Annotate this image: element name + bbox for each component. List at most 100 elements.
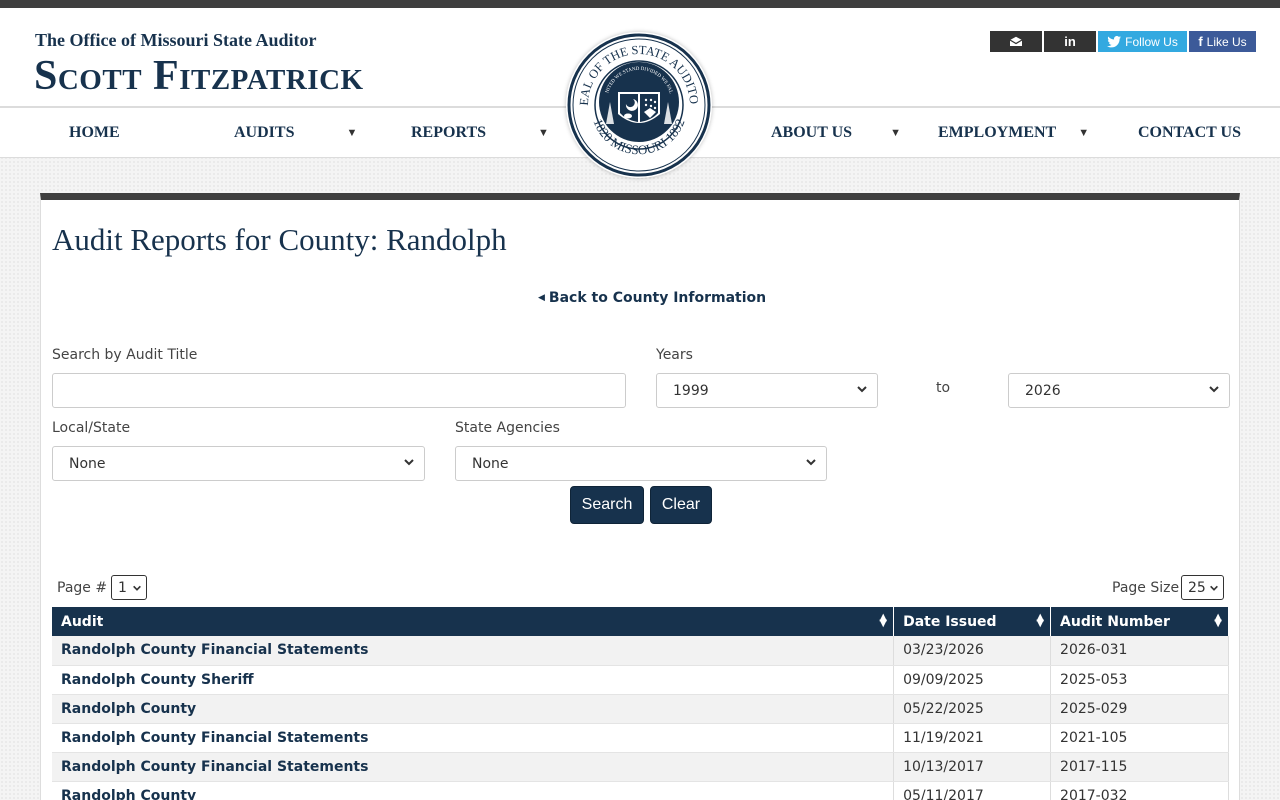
back-link-label: Back to County Information (548, 290, 767, 306)
nav-contact[interactable]: CONTACT US (1138, 108, 1241, 158)
page-title: Audit Reports for County: Randolph (52, 222, 507, 257)
chevron-down-icon (133, 585, 141, 591)
facebook-icon: f (1198, 34, 1203, 49)
table-row[interactable]: Randolph County 05/22/2025 2025-029 (52, 694, 1229, 724)
nav-about[interactable]: ABOUT US ▼ (771, 108, 901, 158)
nav-home[interactable]: HOME (69, 108, 120, 158)
year-to-select[interactable]: 2026 (1008, 373, 1230, 408)
page-number-label: Page # (57, 580, 108, 596)
table-row[interactable]: Randolph County Sheriff 09/09/2025 2025-… (52, 665, 1229, 695)
sort-icon: ▲ ▼ (879, 612, 888, 629)
nav-employment[interactable]: EMPLOYMENT ▼ (938, 108, 1089, 158)
nav-audits-label: AUDITS (234, 124, 295, 141)
nav-contact-label: CONTACT US (1138, 124, 1241, 141)
page-size-value: 25 (1188, 579, 1206, 596)
nav-employment-label: EMPLOYMENT (938, 124, 1057, 141)
chevron-down-icon (1210, 585, 1218, 591)
nav-home-label: HOME (69, 124, 120, 141)
table-row[interactable]: Randolph County Financial Statements 03/… (52, 636, 1229, 666)
sort-icon: ▲ ▼ (1036, 612, 1045, 629)
clear-button[interactable]: Clear (650, 486, 712, 524)
audit-reports-table: Audit ▲ ▼ Date Issued ▲ ▼ Audit Number ▲ ▼ Ran… (52, 607, 1229, 800)
audit-title-link[interactable]: Randolph County (52, 694, 895, 724)
local-state-label: Local/State (52, 420, 131, 436)
audit-number-cell: 2025-029 (1050, 694, 1229, 724)
nav-about-label: ABOUT US (771, 124, 853, 141)
envelope-icon (1009, 36, 1023, 46)
chevron-down-icon (857, 386, 867, 393)
column-header-label: Audit (61, 613, 104, 630)
search-title-label: Search by Audit Title (52, 347, 198, 363)
date-issued-cell: 11/19/2021 (893, 723, 1052, 753)
chevron-down-icon (806, 459, 816, 466)
audit-number-cell: 2025-053 (1050, 665, 1229, 695)
back-to-county-link[interactable]: ◀ Back to County Information (538, 290, 766, 306)
search-title-input[interactable] (52, 373, 626, 408)
content-panel: Audit Reports for County: Randolph ◀ Bac… (40, 193, 1240, 800)
year-to-value: 2026 (1025, 382, 1061, 399)
audit-title-link[interactable]: Randolph County Financial Statements (52, 752, 895, 782)
audit-number-cell: 2017-115 (1050, 752, 1229, 782)
date-issued-cell: 10/13/2017 (893, 752, 1052, 782)
seal-emblem: SEAL OF THE STATE AUDITOR 1820 MISSOURI … (562, 21, 711, 177)
date-issued-cell: 05/11/2017 (893, 781, 1052, 800)
table-row[interactable]: Randolph County Financial Statements 11/… (52, 723, 1229, 753)
audit-title-link[interactable]: Randolph County Financial Statements (52, 723, 895, 753)
twitter-icon (1107, 35, 1122, 47)
year-from-value: 1999 (673, 382, 709, 399)
years-label: Years (656, 347, 693, 363)
audit-title-link[interactable]: Randolph County (52, 781, 895, 800)
state-agencies-value: None (472, 455, 509, 472)
chevron-down-icon[interactable]: ▼ (1078, 127, 1089, 139)
local-state-select[interactable]: None (52, 446, 425, 481)
social-links: in Follow Us f Like Us (990, 31, 1256, 52)
email-button[interactable] (990, 31, 1042, 52)
audit-title-link[interactable]: Randolph County Sheriff (52, 665, 895, 695)
caret-left-icon: ◀ (538, 293, 545, 303)
local-state-value: None (69, 455, 106, 472)
search-button[interactable]: Search (570, 486, 644, 524)
nav-audits[interactable]: AUDITS ▼ (234, 108, 357, 158)
nav-reports[interactable]: REPORTS ▼ (411, 108, 549, 158)
chevron-down-icon[interactable]: ▼ (890, 127, 901, 139)
date-issued-cell: 09/09/2025 (893, 665, 1052, 695)
linkedin-icon: in (1064, 34, 1076, 49)
state-agencies-label: State Agencies (455, 420, 560, 436)
follow-us-label: Follow Us (1125, 34, 1178, 49)
audit-number-cell: 2026-031 (1050, 636, 1229, 666)
column-header-label: Audit Number (1060, 613, 1170, 630)
linkedin-button[interactable]: in (1044, 31, 1096, 52)
sort-icon: ▲ ▼ (1214, 612, 1222, 629)
top-bar (0, 0, 1280, 8)
page-size-select[interactable]: 25 (1181, 575, 1224, 600)
state-auditor-seal[interactable]: SEAL OF THE STATE AUDITOR 1820 MISSOURI … (562, 21, 712, 178)
page-number-value: 1 (118, 579, 127, 596)
facebook-like-button[interactable]: f Like Us (1189, 31, 1256, 52)
column-header-date-issued[interactable]: Date Issued ▲ ▼ (893, 607, 1052, 636)
date-issued-cell: 03/23/2026 (893, 636, 1052, 666)
chevron-down-icon[interactable]: ▼ (346, 127, 357, 139)
column-header-label: Date Issued (903, 613, 997, 630)
year-from-select[interactable]: 1999 (656, 373, 878, 408)
table-row[interactable]: Randolph County Financial Statements 10/… (52, 752, 1229, 782)
column-header-audit[interactable]: Audit ▲ ▼ (52, 607, 895, 636)
like-us-label: Like Us (1206, 34, 1247, 49)
audit-title-link[interactable]: Randolph County Financial Statements (52, 636, 895, 666)
chevron-down-icon[interactable]: ▼ (538, 127, 549, 139)
twitter-follow-button[interactable]: Follow Us (1098, 31, 1187, 52)
audit-number-cell: 2017-032 (1050, 781, 1229, 800)
date-issued-cell: 05/22/2025 (893, 694, 1052, 724)
column-header-audit-number[interactable]: Audit Number ▲ ▼ (1050, 607, 1229, 636)
office-title: The Office of Missouri State Auditor (35, 30, 317, 50)
state-agencies-select[interactable]: None (455, 446, 827, 481)
auditor-name[interactable]: Scott Fitzpatrick (34, 50, 364, 102)
chevron-down-icon (404, 459, 414, 466)
table-row[interactable]: Randolph County 05/11/2017 2017-032 (52, 781, 1229, 800)
table-header-row: Audit ▲ ▼ Date Issued ▲ ▼ Audit Number ▲ ▼ (52, 607, 1229, 636)
audit-number-cell: 2021-105 (1050, 723, 1229, 753)
to-label: to (936, 380, 951, 396)
nav-reports-label: REPORTS (411, 124, 487, 141)
page-size-label: Page Size (1112, 580, 1180, 596)
chevron-down-icon (1209, 386, 1219, 393)
page-number-select[interactable]: 1 (111, 575, 147, 600)
